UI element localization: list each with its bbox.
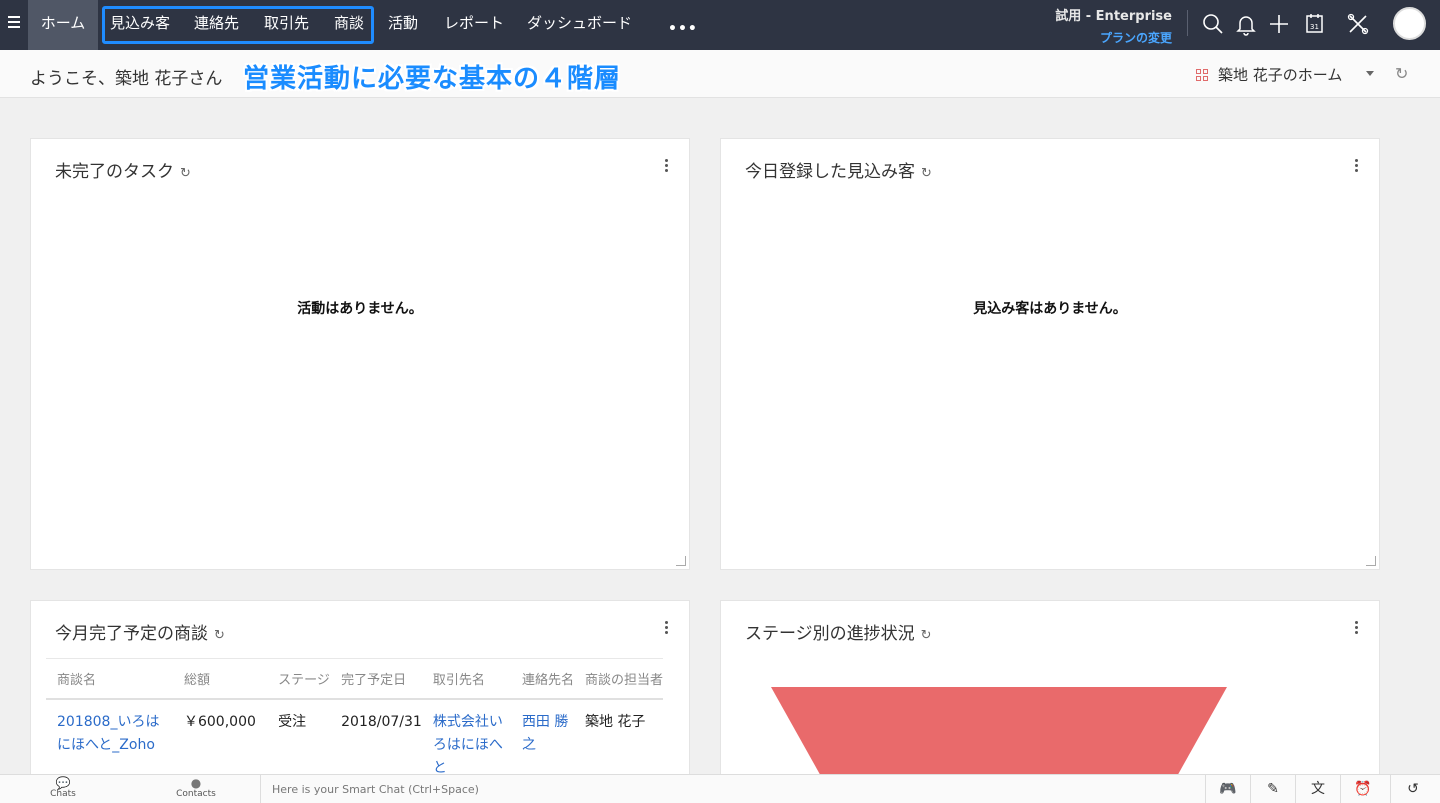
top-navigation-bar: ホーム 見込み客 連絡先 取引先 商談 活動 レポート ダッシュボード ••• … <box>0 0 1440 50</box>
refresh-icon[interactable]: ↻ <box>921 166 932 181</box>
empty-message: 見込み客はありません。 <box>973 301 1127 317</box>
contacts-button[interactable]: ● Contacts <box>176 777 216 799</box>
card-title: 今日登録した見込み客 ↻ <box>745 162 932 182</box>
change-plan-link[interactable]: プランの変更 <box>1055 29 1172 46</box>
todays-leads-card: 今日登録した見込み客 ↻ 見込み客はありません。 <box>720 138 1380 570</box>
trial-edition-label: 試用 - Enterprise <box>1055 9 1172 24</box>
owner-cell: 築地 花子 <box>584 714 646 730</box>
column-header[interactable]: 取引先名 <box>421 658 511 700</box>
welcome-message: ようこそ、築地 花子さん <box>30 69 223 89</box>
stage-progress-card: ステージ別の進捗状況 ↻ <box>720 600 1380 780</box>
more-options-icon[interactable] <box>1355 159 1359 174</box>
column-header[interactable]: 総額 <box>172 658 268 700</box>
refresh-icon[interactable]: ↻ <box>180 166 191 181</box>
contact-name-link[interactable]: 西田 勝之 <box>511 699 574 779</box>
home-view-label: 築地 花子のホーム <box>1218 66 1343 84</box>
account-name-link[interactable]: 株式会社いろはにほへと <box>422 699 511 779</box>
funnel-chart <box>771 687 1227 780</box>
column-header[interactable]: 連絡先名 <box>510 658 574 700</box>
nav-tab-leads[interactable]: 見込み客 <box>110 0 170 50</box>
open-tasks-card: 未完了のタスク ↻ 活動はありません。 <box>30 138 690 570</box>
alarm-clock-icon[interactable]: ⏰ <box>1340 775 1385 803</box>
nav-tab-deals[interactable]: 商談 <box>334 0 364 50</box>
card-title: 未完了のタスク ↻ <box>55 162 191 182</box>
bottom-bar: 💬 Chats ● Contacts Here is your Smart Ch… <box>0 774 1440 803</box>
column-header[interactable]: 完了予定日 <box>330 658 422 700</box>
nav-tab-activities[interactable]: 活動 <box>388 0 418 50</box>
smart-chat-input[interactable]: Here is your Smart Chat (Ctrl+Space) <box>260 775 1205 803</box>
funnel-segment[interactable] <box>771 687 1227 780</box>
column-header[interactable]: 商談名 <box>46 658 173 700</box>
add-icon[interactable] <box>1267 12 1291 36</box>
hamburger-menu-icon[interactable] <box>8 16 22 30</box>
divider <box>1187 10 1188 36</box>
more-options-icon[interactable] <box>665 621 669 636</box>
card-title: 今月完了予定の商談 ↻ <box>55 624 225 644</box>
home-view-selector[interactable]: 築地 花子のホーム <box>1196 64 1342 85</box>
refresh-icon[interactable]: ↻ <box>921 628 932 643</box>
nav-tab-accounts[interactable]: 取引先 <box>264 0 309 50</box>
person-icon: ● <box>190 776 202 790</box>
grid-icon <box>1196 68 1208 81</box>
annotation-callout: 営業活動に必要な基本の４階層 <box>243 64 622 94</box>
setup-tools-icon[interactable] <box>1346 12 1370 36</box>
refresh-icon[interactable]: ↻ <box>1395 64 1408 83</box>
deals-table: 商談名 総額 ステージ 完了予定日 取引先名 連絡先名 商談の担当者 20180… <box>46 658 663 779</box>
resize-handle-icon[interactable] <box>1366 556 1376 566</box>
empty-message: 活動はありません。 <box>297 301 423 317</box>
closing-date-cell: 2018/07/31 <box>341 714 422 730</box>
amount-cell: ￥600,000 <box>183 714 256 730</box>
calendar-icon[interactable]: 31 <box>1303 12 1327 36</box>
nav-tab-home[interactable]: ホーム <box>28 0 98 50</box>
notes-icon[interactable]: ✎ <box>1250 775 1295 803</box>
chat-bubble-icon: 💬 <box>55 776 71 790</box>
deals-closing-this-month-card: 今月完了予定の商談 ↻ 商談名 総額 ステージ 完了予定日 取引先名 連絡先名 商… <box>30 600 690 780</box>
gamepad-icon[interactable]: 🎮 <box>1205 775 1250 803</box>
column-header[interactable]: 商談の担当者 <box>573 658 663 700</box>
column-header[interactable]: ステージ <box>267 658 331 700</box>
resize-handle-icon[interactable] <box>676 556 686 566</box>
translate-icon[interactable]: 文 <box>1295 775 1340 803</box>
nav-tab-dashboards[interactable]: ダッシュボード <box>527 0 632 50</box>
more-options-icon[interactable] <box>1355 621 1359 636</box>
more-tabs-button[interactable]: ••• <box>668 21 698 37</box>
welcome-bar: ようこそ、築地 花子さん 営業活動に必要な基本の４階層 築地 花子のホーム ↻ <box>0 50 1440 98</box>
search-icon[interactable] <box>1201 12 1225 36</box>
history-icon[interactable]: ↺ <box>1390 775 1435 803</box>
user-avatar[interactable] <box>1393 7 1426 40</box>
more-options-icon[interactable] <box>665 159 669 174</box>
table-row: 201808_いろはにほへと_Zoho ￥600,000 受注 2018/07/… <box>46 699 663 779</box>
bell-icon[interactable] <box>1234 12 1258 36</box>
stage-cell: 受注 <box>278 714 307 730</box>
svg-text:31: 31 <box>1310 23 1319 31</box>
table-header-row: 商談名 総額 ステージ 完了予定日 取引先名 連絡先名 商談の担当者 <box>46 658 663 700</box>
chevron-down-icon[interactable] <box>1366 71 1374 76</box>
trial-info: 試用 - Enterprise プランの変更 <box>1055 5 1172 46</box>
card-title: ステージ別の進捗状況 ↻ <box>745 624 932 644</box>
nav-tab-reports[interactable]: レポート <box>444 0 504 50</box>
deal-name-link[interactable]: 201808_いろはにほへと_Zoho <box>46 699 173 779</box>
nav-tab-contacts[interactable]: 連絡先 <box>194 0 239 50</box>
chats-button[interactable]: 💬 Chats <box>50 777 76 799</box>
refresh-icon[interactable]: ↻ <box>214 628 225 643</box>
